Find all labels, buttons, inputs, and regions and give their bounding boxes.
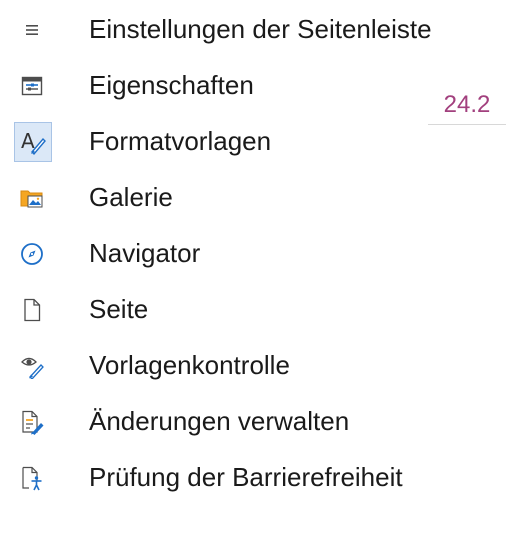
- svg-text:A: A: [21, 129, 35, 153]
- hamburger-icon: [16, 14, 48, 46]
- version-badge: 24.2: [428, 88, 506, 125]
- menu-item-gallery[interactable]: Galerie: [0, 174, 518, 230]
- manage-changes-icon: [16, 406, 48, 438]
- menu-item-page[interactable]: Seite: [0, 286, 518, 342]
- menu-item-label: Prüfung der Barrierefreiheit: [89, 462, 403, 492]
- styles-icon: A: [14, 122, 52, 162]
- menu-item-label: Vorlagenkontrolle: [89, 350, 290, 380]
- navigator-icon: [16, 238, 48, 270]
- menu-item-label: Navigator: [89, 238, 201, 268]
- gallery-icon: [16, 182, 48, 214]
- properties-icon: [16, 70, 48, 102]
- menu-item-label: Eigenschaften: [89, 70, 254, 100]
- page-icon: [16, 294, 48, 326]
- menu-item-accessibility-check[interactable]: Prüfung der Barrierefreiheit: [0, 454, 518, 510]
- menu-item-style-inspector[interactable]: Vorlagenkontrolle: [0, 342, 518, 398]
- style-inspector-icon: [16, 350, 48, 382]
- clipped-row-edge: [4, 528, 64, 536]
- menu-item-label: Seite: [89, 294, 149, 324]
- accessibility-check-icon: [16, 462, 48, 494]
- menu-item-sidebar-settings[interactable]: Einstellungen der Seitenleiste: [0, 6, 518, 62]
- menu-item-label: Galerie: [89, 182, 173, 212]
- menu-item-manage-changes[interactable]: Änderungen verwalten: [0, 398, 518, 454]
- menu-item-navigator[interactable]: Navigator: [0, 230, 518, 286]
- menu-item-label: Formatvorlagen: [89, 126, 272, 156]
- menu-item-styles[interactable]: A Formatvorlagen: [0, 118, 518, 174]
- menu-item-label: Änderungen verwalten: [89, 406, 350, 436]
- menu-item-label: Einstellungen der Seitenleiste: [89, 14, 432, 44]
